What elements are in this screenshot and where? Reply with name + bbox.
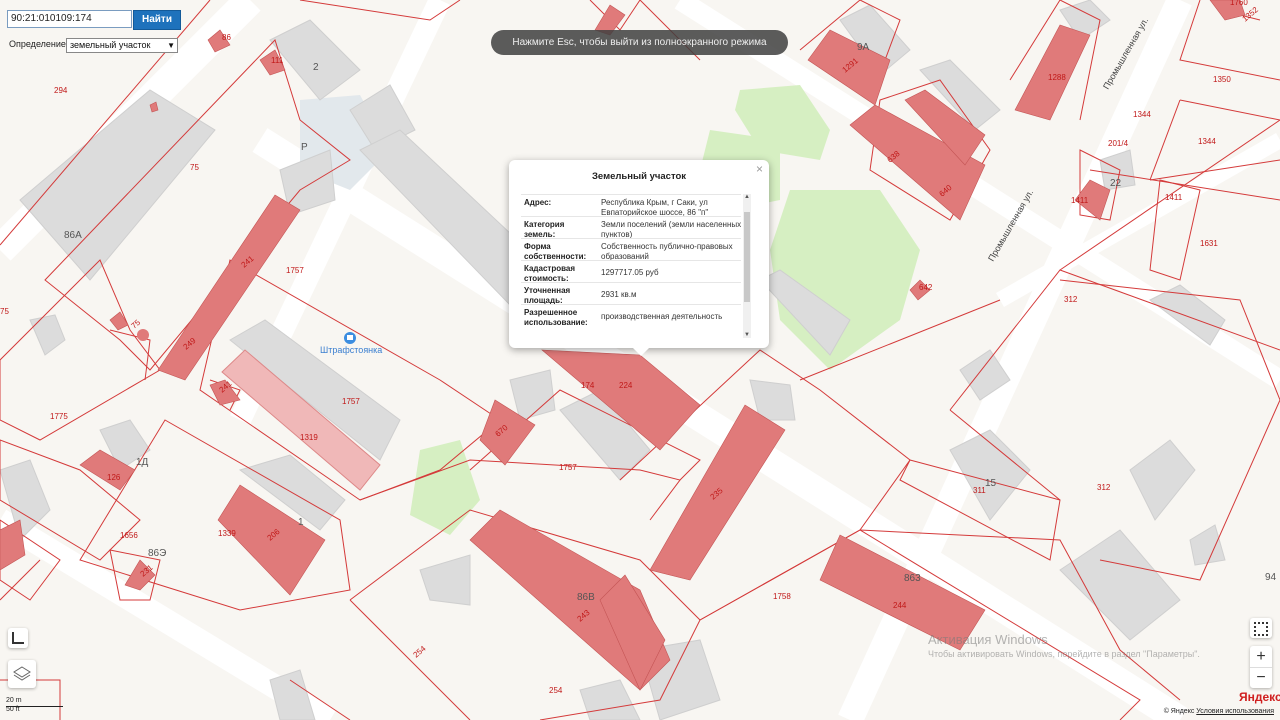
zoom-out-button[interactable]: − xyxy=(1250,668,1272,688)
svg-text:86: 86 xyxy=(222,33,231,42)
scroll-down-icon[interactable]: ▼ xyxy=(743,332,751,338)
watermark-title: Активация Windows xyxy=(928,632,1048,647)
definition-select[interactable]: земельный участок ▼ xyxy=(66,38,178,53)
ruler-button[interactable] xyxy=(8,628,28,648)
svg-text:126: 126 xyxy=(107,473,121,482)
small-pink-dot xyxy=(137,329,149,341)
svg-text:312: 312 xyxy=(1064,295,1078,304)
svg-text:1352: 1352 xyxy=(1241,5,1261,24)
popup-title: Земельный участок xyxy=(591,171,687,182)
zoom-in-button[interactable]: + xyxy=(1250,646,1272,668)
definition-selected-value: земельный участок xyxy=(70,40,151,50)
layers-button[interactable] xyxy=(8,660,36,688)
svg-text:1631: 1631 xyxy=(1200,239,1218,248)
yandex-logo[interactable]: Яндекс xyxy=(1239,690,1280,704)
svg-text:75: 75 xyxy=(0,307,9,316)
svg-text:174: 174 xyxy=(581,381,595,390)
scroll-up-icon[interactable]: ▲ xyxy=(743,194,751,200)
terms-link[interactable]: Условия использования xyxy=(1196,708,1274,715)
info-row: Адрес: Республика Крым, г Саки, ул Евпат… xyxy=(521,194,741,217)
svg-text:86Э: 86Э xyxy=(148,548,166,559)
svg-text:1757: 1757 xyxy=(286,266,304,275)
svg-text:1: 1 xyxy=(298,517,304,528)
parking-poi[interactable]: Штрафстоянка xyxy=(320,332,382,355)
svg-text:1Д: 1Д xyxy=(136,457,149,468)
svg-text:254: 254 xyxy=(549,686,563,695)
chevron-down-icon: ▼ xyxy=(167,41,175,50)
svg-text:1411: 1411 xyxy=(1071,196,1089,205)
scroll-thumb[interactable] xyxy=(744,212,750,302)
svg-text:1758: 1758 xyxy=(773,592,791,601)
svg-text:1350: 1350 xyxy=(1213,75,1231,84)
svg-text:294: 294 xyxy=(54,86,68,95)
map-attribution: © Яндекс Условия использования xyxy=(1164,708,1274,715)
fullscreen-icon xyxy=(1254,622,1268,636)
info-row: Форма собственности: Собственность публи… xyxy=(521,238,741,261)
find-button[interactable]: Найти xyxy=(133,10,181,30)
popup-scrollbar[interactable]: ▲ ▼ xyxy=(743,194,751,338)
svg-text:111: 111 xyxy=(271,56,284,65)
svg-text:94: 94 xyxy=(1265,572,1277,583)
svg-text:1319: 1319 xyxy=(300,433,318,442)
svg-text:1760: 1760 xyxy=(1230,0,1248,7)
svg-text:Р: Р xyxy=(301,142,308,153)
cadastral-number-input[interactable]: 90:21:010109:174 xyxy=(7,10,132,28)
svg-text:254: 254 xyxy=(412,644,428,660)
info-row: Категория земель: Земли поселений (земли… xyxy=(521,216,741,239)
svg-text:86В: 86В xyxy=(577,592,595,603)
svg-text:201/4: 201/4 xyxy=(1108,139,1129,148)
fullscreen-button[interactable] xyxy=(1250,618,1272,638)
svg-text:1344: 1344 xyxy=(1198,137,1216,146)
svg-text:75: 75 xyxy=(190,163,199,172)
svg-text:86А: 86А xyxy=(64,230,82,241)
zoom-control: + − xyxy=(1250,646,1272,688)
svg-text:244: 244 xyxy=(893,601,907,610)
copyright-text: © Яндекс xyxy=(1163,708,1195,715)
svg-text:642: 642 xyxy=(919,283,933,292)
popup-body[interactable]: Адрес: Республика Крым, г Саки, ул Евпат… xyxy=(521,190,757,340)
fullscreen-exit-notice: Нажмите Esc, чтобы выйти из полноэкранно… xyxy=(491,30,788,55)
scale-metric: 20 m xyxy=(6,697,22,704)
info-row: Разрешенное использование: производствен… xyxy=(521,304,741,327)
svg-text:1344: 1344 xyxy=(1133,110,1151,119)
cadastral-map[interactable]: 294 75 86 1757 241 249 241 1757 1319 177… xyxy=(0,0,1280,720)
svg-text:9А: 9А xyxy=(857,42,870,53)
definition-label: Определение: xyxy=(9,39,69,49)
parcel-info-popup: × Земельный участок Адрес: Республика Кр… xyxy=(509,160,769,356)
svg-text:863: 863 xyxy=(904,573,921,584)
watermark-text: Чтобы активировать Windows, перейдите в … xyxy=(928,649,1200,659)
svg-text:224: 224 xyxy=(619,381,633,390)
svg-text:75: 75 xyxy=(130,318,143,331)
svg-text:1339: 1339 xyxy=(218,529,236,538)
svg-text:15: 15 xyxy=(985,478,997,489)
scale-imperial: 50 ft xyxy=(6,706,20,713)
svg-text:22: 22 xyxy=(1110,178,1122,189)
svg-text:312: 312 xyxy=(1097,483,1111,492)
svg-text:1775: 1775 xyxy=(50,412,68,421)
svg-text:1656: 1656 xyxy=(120,531,138,540)
info-row: Уточненная площадь: 2931 кв.м xyxy=(521,282,741,305)
svg-text:1757: 1757 xyxy=(559,463,577,472)
ruler-icon xyxy=(12,632,24,644)
svg-text:2: 2 xyxy=(313,62,319,73)
svg-text:1757: 1757 xyxy=(342,397,360,406)
layers-icon xyxy=(13,666,31,681)
svg-text:1288: 1288 xyxy=(1048,73,1066,82)
svg-text:1411: 1411 xyxy=(1165,193,1183,202)
info-row: Кадастровая стоимость: 1297717.05 руб xyxy=(521,260,741,283)
windows-activation-watermark: Активация Windows Чтобы активировать Win… xyxy=(928,632,1200,659)
scale-bar: 20 m 50 ft xyxy=(6,697,63,713)
parking-poi-label: Штрафстоянка xyxy=(320,345,382,355)
scale-line xyxy=(6,706,63,707)
